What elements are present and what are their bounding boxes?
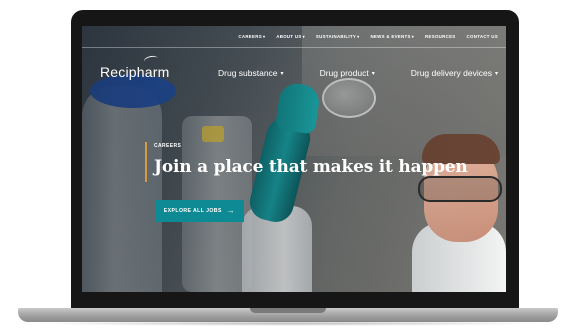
util-nav-label: SUSTAINABILITY: [315, 34, 357, 39]
chevron-down-icon: ▾: [371, 70, 375, 77]
chevron-down-icon: ▾: [280, 70, 284, 77]
hero-title: Join a place that makes it happen: [154, 157, 468, 177]
browser-screen: CAREERS ▾ ABOUT US ▾ SUSTAINABILITY ▾ NE…: [82, 26, 506, 292]
chevron-down-icon: ▾: [411, 34, 415, 39]
util-nav-careers[interactable]: CAREERS ▾: [238, 34, 265, 39]
explore-all-jobs-button[interactable]: EXPLORE ALL JOBS →: [155, 200, 244, 222]
util-nav-label: CONTACT US: [466, 34, 498, 39]
main-nav-label: Drug delivery devices: [410, 68, 492, 78]
util-nav-label: NEWS & EVENTS: [370, 34, 411, 39]
hero-accent-bar: [145, 142, 147, 182]
main-nav-drug-product[interactable]: Drug product ▾: [320, 68, 375, 78]
main-nav-drug-substance[interactable]: Drug substance ▾: [218, 68, 284, 78]
main-nav-label: Drug substance: [218, 68, 278, 78]
main-nav-drug-delivery-devices[interactable]: Drug delivery devices ▾: [411, 68, 498, 78]
main-nav-label: Drug product: [319, 68, 369, 78]
chevron-down-icon: ▾: [302, 34, 305, 39]
util-nav-news-events[interactable]: NEWS & EVENTS ▾: [370, 34, 414, 39]
util-nav-label: ABOUT US: [276, 34, 302, 39]
laptop-shadow: [30, 321, 546, 326]
site-logo[interactable]: Recipharm: [100, 64, 170, 80]
chevron-down-icon: ▾: [262, 34, 266, 39]
util-nav-sustainability[interactable]: SUSTAINABILITY ▾: [316, 34, 360, 39]
util-nav-label: CAREERS: [238, 34, 262, 39]
chevron-down-icon: ▾: [494, 70, 498, 77]
laptop-notch: [250, 308, 326, 313]
util-nav-about-us[interactable]: ABOUT US ▾: [276, 34, 305, 39]
util-nav-resources[interactable]: RESOURCES: [425, 34, 456, 39]
hero-eyebrow: CAREERS: [154, 143, 182, 149]
chevron-down-icon: ▾: [357, 34, 360, 39]
arrow-right-icon: →: [226, 206, 236, 215]
cta-label: EXPLORE ALL JOBS: [163, 208, 222, 214]
utility-nav: CAREERS ▾ ABOUT US ▾ SUSTAINABILITY ▾ NE…: [82, 26, 506, 48]
main-nav: Drug substance ▾ Drug product ▾ Drug del…: [218, 68, 498, 78]
util-nav-label: RESOURCES: [425, 34, 456, 39]
util-nav-contact-us[interactable]: CONTACT US: [467, 34, 498, 39]
